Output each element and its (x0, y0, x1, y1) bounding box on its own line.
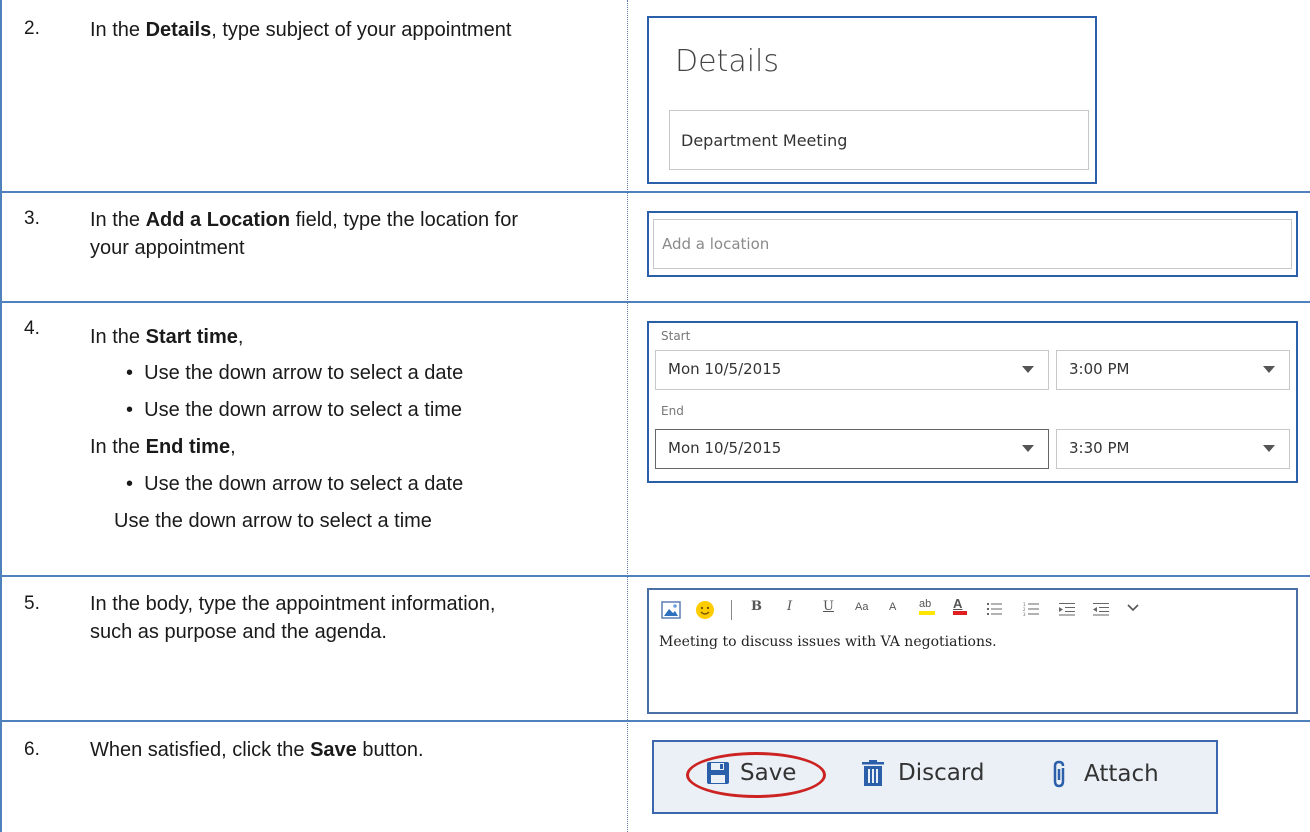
column-divider (627, 0, 628, 832)
highlight-color-bar (919, 611, 935, 615)
instruction-bold: Add a Location (145, 209, 291, 231)
more-icon[interactable] (1127, 604, 1139, 612)
instruction-bold: Start time (145, 326, 238, 348)
end-date-value: Mon 10/5/2015 (668, 439, 782, 457)
font-color-bar (953, 611, 967, 615)
attach-label: Attach (1084, 761, 1159, 787)
step-instruction: In the Add a Location field, type the lo… (90, 206, 560, 262)
instruction-text: When satisfied, click the (90, 739, 311, 761)
instruction-bold: End time (145, 436, 231, 458)
end-time-select[interactable]: 3:30 PM (1056, 429, 1290, 469)
subject-input[interactable]: Department Meeting (669, 110, 1089, 170)
instruction-text: In the (90, 209, 146, 231)
bullet-item: • Use the down arrow to select a time (126, 399, 463, 421)
start-date-select[interactable]: Mon 10/5/2015 (655, 350, 1049, 390)
bullet-text: Use the down arrow to select a date (144, 362, 464, 384)
font-color-button[interactable]: A (953, 596, 967, 615)
italic-button[interactable]: I (787, 599, 792, 614)
trash-icon (862, 760, 884, 786)
step-instruction: In the body, type the appointment inform… (90, 590, 540, 646)
increase-indent-icon[interactable] (1093, 602, 1109, 616)
location-placeholder: Add a location (662, 235, 770, 253)
location-panel: Add a location (647, 211, 1298, 277)
bullet-text: Use the down arrow to select a time (144, 399, 463, 421)
insert-picture-icon[interactable] (661, 601, 681, 619)
row-divider (0, 301, 1310, 303)
discard-button[interactable]: Discard (862, 760, 984, 786)
step-number: 2. (24, 18, 40, 39)
start-label: Start (661, 329, 691, 343)
instruction-text: In the (90, 19, 146, 41)
location-input[interactable]: Add a location (653, 219, 1292, 269)
details-panel: Details Department Meeting (647, 16, 1097, 184)
chevron-down-icon (1263, 445, 1275, 452)
step-instruction: When satisfied, click the Save button. (90, 736, 590, 764)
body-editor-panel: B I U Aa A ab A 1 2 3 Meeting to discuss… (647, 588, 1298, 714)
underline-button[interactable]: U (823, 599, 834, 614)
step-number: 3. (24, 208, 40, 229)
step-number: 5. (24, 593, 40, 614)
chevron-down-icon (1022, 366, 1034, 373)
action-bar: Save Discard Attach (652, 740, 1218, 814)
highlight-button[interactable]: ab (919, 598, 935, 615)
instruction-text: , type subject of your appointment (211, 19, 512, 41)
instruction-text: , (237, 326, 244, 348)
body-text[interactable]: Meeting to discuss issues with VA negoti… (659, 634, 997, 650)
row-divider (0, 191, 1310, 193)
attach-button[interactable]: Attach (1052, 760, 1159, 788)
save-icon (707, 762, 729, 784)
chevron-down-icon (1022, 445, 1034, 452)
instruction-bold: Save (310, 739, 357, 761)
decrease-indent-icon[interactable] (1059, 602, 1075, 616)
start-date-value: Mon 10/5/2015 (668, 360, 782, 378)
step-instruction: In the Start time, • Use the down arrow … (90, 323, 610, 535)
bullets-icon[interactable] (987, 602, 1003, 616)
instruction-text: In the body, type the appointment inform… (90, 593, 496, 643)
save-button[interactable]: Save (706, 760, 796, 786)
end-date-select[interactable]: Mon 10/5/2015 (655, 429, 1049, 469)
chevron-down-icon (1263, 366, 1275, 373)
row-divider (0, 575, 1310, 577)
discard-label: Discard (898, 760, 985, 786)
details-title: Details (675, 44, 780, 79)
start-time-value: 3:00 PM (1069, 360, 1130, 378)
grow-font-button[interactable]: A (889, 601, 896, 613)
step-instruction: In the Details, type subject of your app… (90, 16, 550, 44)
instruction-bold: Details (145, 19, 212, 41)
toolbar-separator (731, 600, 732, 620)
end-label: End (661, 404, 684, 418)
svg-text:3: 3 (1023, 612, 1026, 616)
paperclip-icon (1053, 760, 1065, 788)
font-color-glyph: A (953, 596, 963, 611)
instruction-text: In the (90, 326, 146, 348)
highlight-glyph: ab (919, 598, 932, 610)
bold-button[interactable]: B (751, 599, 762, 614)
table-left-border (0, 0, 2, 832)
emoji-icon[interactable] (695, 600, 715, 620)
row-divider (0, 720, 1310, 722)
numbering-icon[interactable]: 1 2 3 (1023, 602, 1039, 616)
bullet-text: Use the down arrow to select a date (144, 473, 464, 495)
instruction-text: In the (90, 436, 146, 458)
bullet-item: • Use the down arrow to select a date (126, 473, 464, 495)
bullet-item: • Use the down arrow to select a date (126, 362, 464, 384)
save-label: Save (740, 760, 797, 786)
step-number: 4. (24, 318, 40, 339)
instruction-text: button. (356, 739, 424, 761)
end-time-value: 3:30 PM (1069, 439, 1130, 457)
step-number: 6. (24, 739, 40, 760)
font-size-button[interactable]: Aa (855, 601, 868, 613)
instruction-text: , (230, 436, 236, 458)
subject-value: Department Meeting (681, 131, 848, 150)
time-panel: Start Mon 10/5/2015 3:00 PM End Mon 10/5… (647, 321, 1298, 483)
instruction-text: Use the down arrow to select a time (114, 510, 432, 532)
start-time-select[interactable]: 3:00 PM (1056, 350, 1290, 390)
